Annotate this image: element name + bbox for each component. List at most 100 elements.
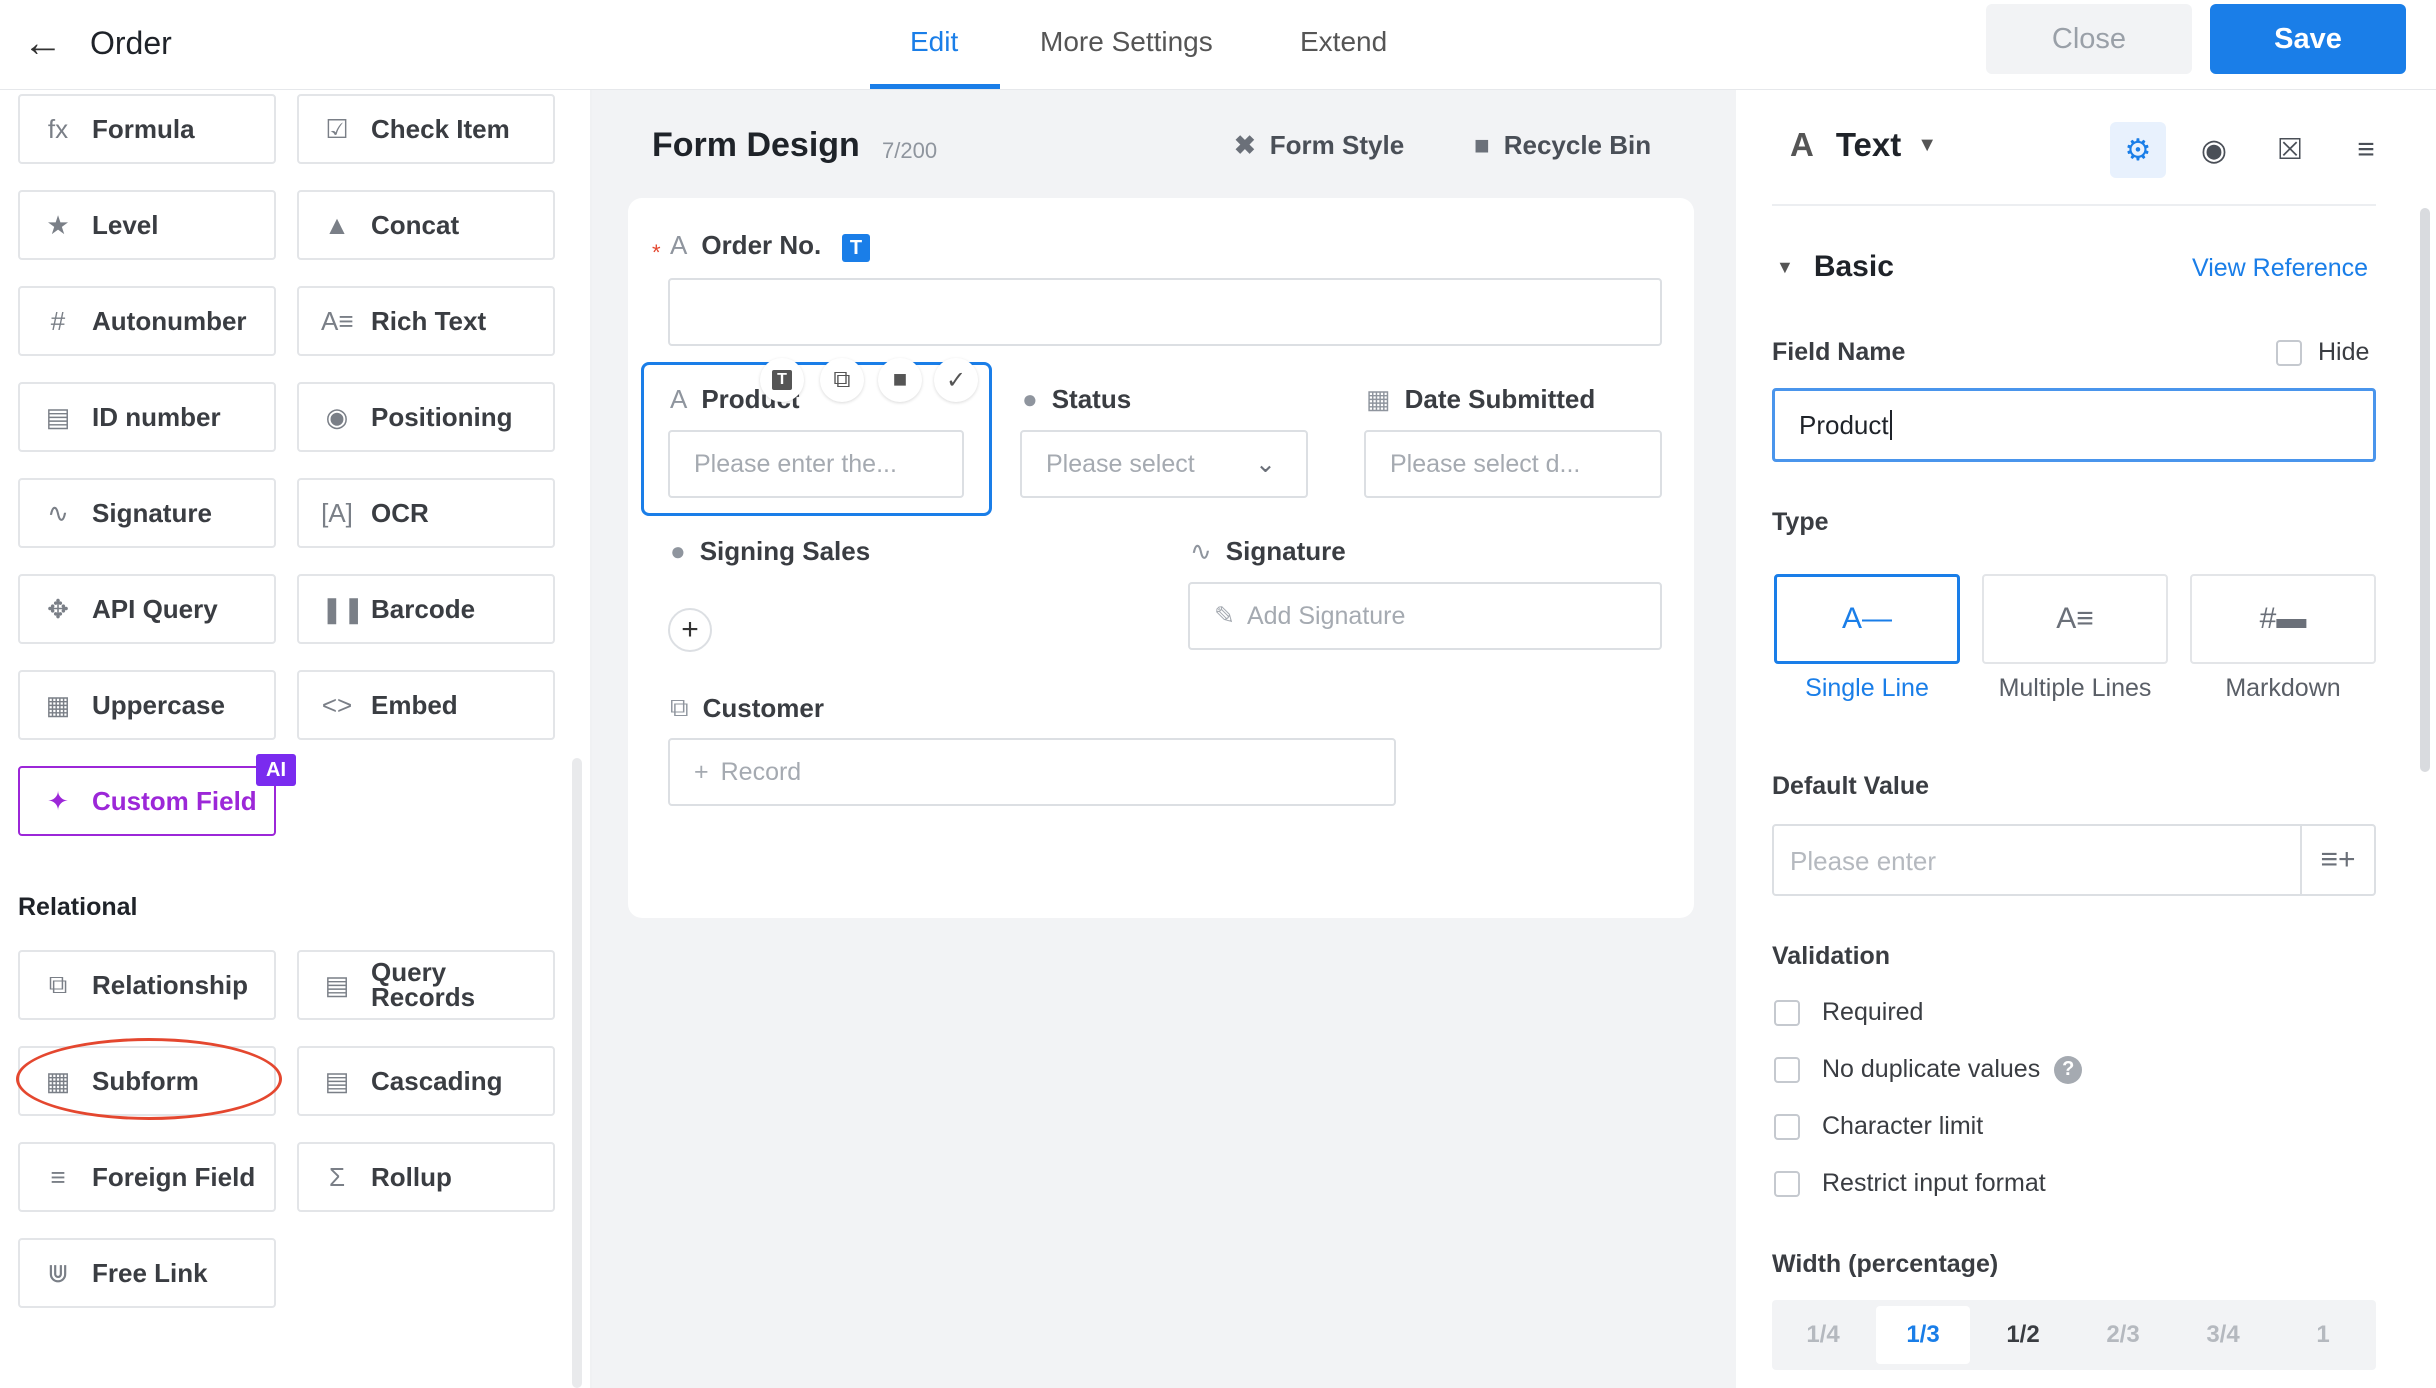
trash-icon: ■ <box>1474 130 1490 160</box>
component-rollup[interactable]: Σ Rollup <box>297 1142 555 1212</box>
width-label: Width (percentage) <box>1772 1250 1999 1278</box>
component-rich-text[interactable]: A≡ Rich Text <box>297 286 555 356</box>
field-action-toolbar: T ⧉ ■ ✓ <box>760 358 990 404</box>
component-embed[interactable]: <> Embed <box>297 670 555 740</box>
app-title: Order <box>90 25 172 61</box>
user-icon: ● <box>670 536 686 566</box>
sort-lines-icon[interactable]: ≡ <box>2338 122 2394 178</box>
component-foreign-field[interactable]: ≡ Foreign Field <box>18 1142 276 1212</box>
width-option-1-2[interactable]: 1/2 <box>1976 1306 2070 1364</box>
order-no-input[interactable] <box>668 278 1662 346</box>
validation-no-duplicates[interactable]: No duplicate values? <box>1774 1055 2083 1084</box>
validation-character-limit[interactable]: Character limit <box>1774 1112 1983 1141</box>
component-signature[interactable]: ∿ Signature <box>18 478 276 548</box>
left-scrollbar[interactable] <box>572 758 582 1388</box>
tab-more-settings[interactable]: More Settings <box>1040 22 1213 62</box>
validation-required[interactable]: Required <box>1774 998 1923 1027</box>
help-question-icon[interactable]: ? <box>2054 1055 2083 1084</box>
caret-down-icon: ▼ <box>1917 133 1938 156</box>
component-custom-field[interactable]: ✦ Custom Field <box>18 766 276 836</box>
tab-edit[interactable]: Edit <box>910 22 958 62</box>
type-multiple-lines-option[interactable]: A≡ <box>1982 574 2168 664</box>
component-uppercase[interactable]: ▦ Uppercase <box>18 670 276 740</box>
type-single-line-option[interactable]: A— <box>1774 574 1960 664</box>
recycle-bin-button[interactable]: ■ Recycle Bin <box>1474 130 1651 161</box>
copy-icon[interactable]: ⧉ <box>820 358 864 402</box>
calendar-icon: ▦ <box>1366 384 1391 414</box>
ai-badge: AI <box>256 754 296 786</box>
tab-extend[interactable]: Extend <box>1300 22 1387 62</box>
component-level[interactable]: ★ Level <box>18 190 276 260</box>
save-button[interactable]: Save <box>2210 4 2406 74</box>
width-option-1-3[interactable]: 1/3 <box>1876 1306 1970 1364</box>
formula-list-icon[interactable]: ≡+ <box>2300 826 2374 894</box>
form-design-title: Form Design <box>652 126 860 164</box>
add-member-button[interactable]: + <box>668 608 712 652</box>
default-value-label: Default Value <box>1772 772 1929 800</box>
date-submitted-input[interactable]: Please select d... <box>1364 430 1662 498</box>
component-barcode[interactable]: ❚❚ Barcode <box>297 574 555 644</box>
dropdown-circle-icon: ● <box>1022 384 1038 414</box>
validation-restrict-format[interactable]: Restrict input format <box>1774 1169 2046 1198</box>
field-label-signing-sales: ● Signing Sales <box>670 536 871 566</box>
close-button[interactable]: Close <box>1986 4 2192 74</box>
type-multiple-lines-label: Multiple Lines <box>1998 674 2152 702</box>
palette-icon[interactable]: ◉ <box>2186 122 2242 178</box>
width-option-1-4[interactable]: 1/4 <box>1776 1306 1870 1364</box>
field-type-selector[interactable]: A Text ▼ <box>1790 126 1937 164</box>
customer-record-box[interactable]: + Record <box>668 738 1396 806</box>
component-cascading[interactable]: ▤ Cascading <box>297 1046 555 1116</box>
check-icon[interactable]: ✓ <box>934 358 978 402</box>
delete-icon[interactable]: ■ <box>878 358 922 402</box>
component-id-number[interactable]: ▤ ID number <box>18 382 276 452</box>
settings-gear-icon[interactable]: ⚙ <box>2110 122 2166 178</box>
back-arrow-icon[interactable]: ← <box>22 22 64 64</box>
component-relationship[interactable]: ⧉ Relationship <box>18 950 276 1020</box>
active-tab-indicator <box>870 84 1000 89</box>
hide-toggle[interactable]: Hide <box>2276 338 2369 367</box>
width-option-2-3[interactable]: 2/3 <box>2076 1306 2170 1364</box>
text-cursor <box>1889 410 1892 440</box>
product-input[interactable]: Please enter the... <box>668 430 964 498</box>
multiple-lines-icon: A≡ <box>2056 602 2094 635</box>
form-style-button[interactable]: ✖ Form Style <box>1234 130 1404 161</box>
component-check-item[interactable]: ☑ Check Item <box>297 94 555 164</box>
text-field-icon: A <box>1790 126 1814 163</box>
rich-text-icon: A≡ <box>321 305 354 336</box>
hash-icon: # <box>50 305 66 336</box>
restrict-format-checkbox[interactable] <box>1774 1170 1800 1197</box>
text-field-icon: A <box>670 384 688 414</box>
required-checkbox[interactable] <box>1774 999 1800 1026</box>
component-positioning[interactable]: ◉ Positioning <box>297 382 555 452</box>
foreign-field-icon: ≡ <box>50 1161 66 1192</box>
hide-checkbox[interactable] <box>2276 339 2302 366</box>
divider <box>1772 204 2376 206</box>
component-concat[interactable]: ▲ Concat <box>297 190 555 260</box>
checkbox-icon: ☑ <box>325 113 349 144</box>
component-query-records[interactable]: ▤ Query Records <box>297 950 555 1020</box>
width-segmented-control: 1/4 1/3 1/2 2/3 3/4 1 <box>1772 1300 2376 1370</box>
component-autonumber[interactable]: # Autonumber <box>18 286 276 356</box>
view-reference-link[interactable]: View Reference <box>2192 254 2368 283</box>
width-option-3-4[interactable]: 3/4 <box>2176 1306 2270 1364</box>
text-type-icon[interactable]: T <box>760 358 804 402</box>
width-option-1[interactable]: 1 <box>2276 1306 2370 1364</box>
right-scrollbar[interactable] <box>2420 208 2430 772</box>
character-limit-checkbox[interactable] <box>1774 1113 1800 1140</box>
field-name-input[interactable]: Product <box>1772 388 2376 462</box>
relationship-icon: ⧉ <box>670 692 689 722</box>
component-api-query[interactable]: ✥ API Query <box>18 574 276 644</box>
component-formula[interactable]: fx Formula <box>18 94 276 164</box>
status-select[interactable]: Please select ⌄ <box>1020 430 1308 498</box>
default-value-input[interactable]: Please enter ≡+ <box>1772 824 2376 896</box>
no-duplicates-checkbox[interactable] <box>1774 1056 1800 1083</box>
api-icon: ✥ <box>47 593 69 624</box>
lightning-icon[interactable]: ⮽ <box>2262 122 2318 178</box>
type-markdown-option[interactable]: #▬ <box>2190 574 2376 664</box>
add-signature-box[interactable]: ✎ Add Signature <box>1188 582 1662 650</box>
component-free-link[interactable]: ⋓ Free Link <box>18 1238 276 1308</box>
field-label-status: ● Status <box>1022 384 1132 414</box>
uppercase-icon: ▦ <box>45 689 71 720</box>
component-ocr[interactable]: [A] OCR <box>297 478 555 548</box>
basic-section-toggle[interactable]: ▼ Basic <box>1776 250 1894 284</box>
